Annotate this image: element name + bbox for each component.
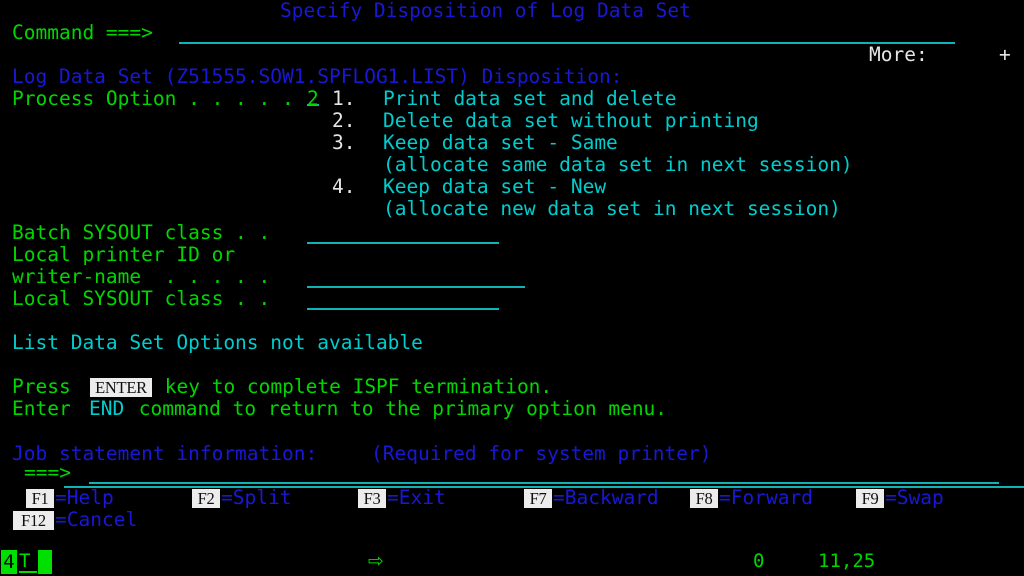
option-3-row: 3. Keep data set - Same	[0, 131, 1024, 154]
option-4-number: 4.	[332, 175, 356, 198]
local-sysout-label: Local SYSOUT class . .	[12, 287, 271, 310]
f3-keycap[interactable]: F3	[358, 488, 386, 508]
cursor-position-indicator: 11,25	[818, 550, 876, 572]
press-enter-suffix: key to complete ISPF termination.	[153, 375, 553, 398]
batch-sysout-input[interactable]	[307, 225, 499, 244]
fkey-row-2: F12 =Cancel	[0, 508, 1024, 532]
f1-label: =Help	[55, 486, 114, 509]
option-2-row: 2. Delete data set without printing	[0, 109, 1024, 132]
notice-row: List Data Set Options not available	[0, 331, 1024, 354]
enter-end-row: Enter END command to return to the prima…	[0, 397, 1024, 420]
insert-mode-arrow-icon: ⇨	[368, 550, 384, 572]
press-enter-row: Press ENTER key to complete ISPF termina…	[0, 375, 1024, 398]
terminal-screen: Specify Disposition of Log Data Set Comm…	[0, 0, 1024, 576]
job-statement-prompt: ===>	[24, 461, 71, 484]
f3-label: =Exit	[387, 486, 446, 509]
f7-keycap[interactable]: F7	[524, 488, 552, 508]
more-label: More:	[869, 43, 928, 66]
fkey-row-1: F1 =Help F2 =Split F3 =Exit F7 =Backward…	[0, 486, 1024, 510]
enter-end-prefix: Enter	[12, 397, 83, 420]
page-title: Specify Disposition of Log Data Set	[280, 0, 691, 22]
option-3-note: (allocate same data set in next session)	[383, 153, 853, 176]
more-value: +	[999, 43, 1011, 66]
end-command-keyword: END	[89, 397, 125, 420]
screen-title-row: Specify Disposition of Log Data Set	[0, 0, 1024, 22]
option-4-note-row: (allocate new data set in next session)	[0, 197, 1024, 220]
f12-keycap[interactable]: F12	[13, 510, 54, 530]
batch-sysout-label: Batch SYSOUT class . .	[12, 221, 271, 244]
option-3-text: Keep data set - Same	[383, 131, 618, 154]
option-1-number: 1.	[332, 87, 356, 110]
local-sysout-row: Local SYSOUT class . .	[0, 287, 1024, 310]
enter-keycap: ENTER	[90, 377, 152, 397]
option-3-note-row: (allocate same data set in next session)	[0, 153, 1024, 176]
press-enter-prefix: Press	[12, 375, 83, 398]
f12-label: =Cancel	[55, 508, 138, 531]
option-2-text: Delete data set without printing	[383, 109, 759, 132]
f1-keycap[interactable]: F1	[26, 488, 54, 508]
more-row: More: +	[0, 43, 1024, 66]
f8-keycap[interactable]: F8	[690, 488, 718, 508]
option-3-number: 3.	[332, 131, 356, 154]
process-option-input[interactable]: 2	[307, 87, 319, 110]
field-count-indicator: 0	[753, 550, 765, 572]
job-statement-input[interactable]	[89, 465, 999, 484]
writer-name-input[interactable]	[307, 269, 525, 288]
option-2-number: 2.	[332, 109, 356, 132]
dataset-row: Log Data Set (Z51555.SOW1.SPFLOG1.LIST) …	[0, 65, 1024, 88]
process-option-row: Process Option . . . . . 2 1. Print data…	[0, 87, 1024, 110]
connection-status-indicator: T	[19, 551, 37, 573]
local-printer-label: Local printer ID or	[12, 243, 236, 266]
command-input[interactable]	[179, 25, 955, 44]
status-bar: 4 T ⇨ 0 11,25	[0, 548, 1024, 576]
writer-name-label: writer-name . . . . .	[12, 265, 271, 288]
option-4-row: 4. Keep data set - New	[0, 175, 1024, 198]
process-option-label: Process Option . . . . .	[12, 87, 294, 110]
list-options-notice: List Data Set Options not available	[12, 331, 423, 354]
command-label: Command ===>	[12, 21, 153, 44]
f2-keycap[interactable]: F2	[192, 488, 220, 508]
option-4-text: Keep data set - New	[383, 175, 607, 198]
f2-label: =Split	[221, 486, 292, 509]
session-number-indicator: 4	[1, 550, 17, 574]
batch-sysout-row: Batch SYSOUT class . .	[0, 221, 1024, 244]
f9-keycap[interactable]: F9	[856, 488, 884, 508]
f7-label: =Backward	[553, 486, 659, 509]
local-printer-row: Local printer ID or	[0, 243, 1024, 266]
enter-end-suffix: command to return to the primary option …	[127, 397, 668, 420]
cursor-block-indicator	[38, 550, 52, 574]
f8-label: =Forward	[719, 486, 813, 509]
local-sysout-input[interactable]	[307, 291, 499, 310]
option-4-note: (allocate new data set in next session)	[383, 197, 841, 220]
dataset-disposition-label: Log Data Set (Z51555.SOW1.SPFLOG1.LIST) …	[12, 65, 623, 88]
f9-label: =Swap	[885, 486, 944, 509]
option-1-text: Print data set and delete	[383, 87, 677, 110]
